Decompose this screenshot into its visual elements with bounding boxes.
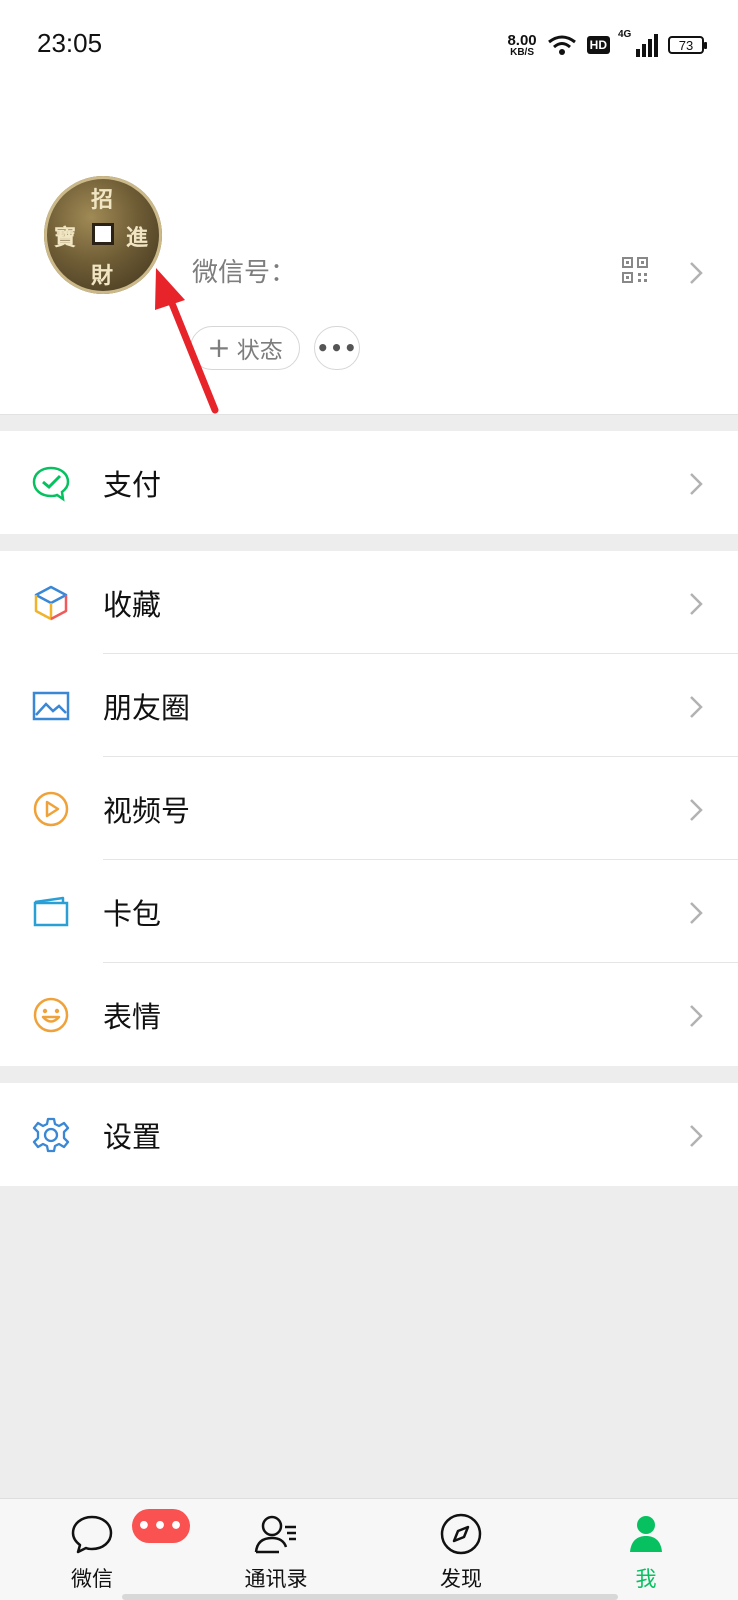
avatar-glyph: 寶 [54,225,77,251]
menu-item-label: 朋友圈 [103,690,191,725]
unread-badge: ••• [132,1509,190,1543]
chevron-right-icon [690,1005,703,1027]
chevron-right-icon[interactable] [688,260,704,286]
signal-bar [642,44,646,57]
tab-chats[interactable]: 微信 ••• [32,1499,190,1600]
chevron-right-icon [690,696,703,718]
menu-item-label: 支付 [103,467,162,502]
avatar-glyph: 招 [91,187,114,213]
status-time: 23:05 [37,28,103,58]
gear-icon [32,1117,70,1153]
qr-code-icon[interactable] [622,257,648,283]
network-type: 4G [618,29,632,40]
more-button[interactable]: ••• [314,326,360,370]
status-icons: 8.00 KB/S HD 4G 73 [507,29,707,60]
menu-item-label: 卡包 [103,896,162,931]
tab-discover[interactable]: 发现 [401,1499,521,1600]
moments-image-icon [32,691,70,721]
menu-item-channels[interactable]: 视频号 [0,757,738,860]
avatar-glyph: 財 [91,263,114,289]
chevron-right-icon [690,1125,703,1147]
avatar-glyph: 進 [126,225,149,251]
menu-item-label: 设置 [103,1119,162,1154]
avatar-coin-hole [92,223,114,245]
signal-bar [636,49,640,57]
chevron-right-icon [690,902,703,924]
profile-header[interactable]: 招 進 財 寶 微信号： + 状态 ••• [0,90,738,415]
menu-item-stickers[interactable]: 表情 [0,963,738,1066]
compass-icon [440,1513,482,1555]
smiley-icon [33,997,69,1033]
chevron-right-icon [690,473,703,495]
tab-me[interactable]: 我 [586,1499,706,1600]
menu-item-cards[interactable]: 卡包 [0,860,738,963]
cell-signal: 4G [618,29,658,57]
chat-bubble-icon [71,1515,113,1554]
menu-item-moments[interactable]: 朋友圈 [0,654,738,757]
menu-item-label: 视频号 [103,793,191,828]
channels-play-icon [33,791,69,827]
network-speed: 8.00 KB/S [507,33,536,58]
battery-indicator: 73 [668,36,707,54]
tab-label: 微信 [71,1567,113,1591]
annotation-arrow [155,268,219,414]
menu-item-favorites[interactable]: 收藏 [0,551,738,654]
tab-contacts[interactable]: 通讯录 [216,1499,336,1600]
features-section: 收藏 朋友圈 视频号 卡包 表情 [0,551,738,1066]
network-speed-unit: KB/S [510,46,534,58]
chevron-right-icon [690,799,703,821]
home-indicator [122,1594,618,1600]
signal-bar [654,34,658,57]
chevron-right-icon [690,593,703,615]
favorites-cube-icon [34,585,68,621]
status-button-label: 状态 [236,338,283,364]
pay-icon [32,466,70,502]
menu-item-settings[interactable]: 设置 [0,1083,738,1186]
menu-item-label: 表情 [103,999,162,1034]
status-bar: 23:05 8.00 KB/S HD 4G 73 [0,0,738,90]
tab-label: 我 [635,1567,657,1591]
network-speed-value: 8.00 [507,31,537,49]
tab-label: 通讯录 [244,1567,308,1591]
card-wallet-icon [33,896,69,927]
person-icon [630,1516,662,1552]
bottom-tab-bar: 微信 ••• 通讯录 发现 我 [0,1498,738,1600]
contacts-icon [254,1515,296,1554]
hd-badge: HD [586,36,610,54]
menu-item-label: 收藏 [103,587,162,622]
tab-label: 发现 [440,1567,482,1591]
settings-section: 设置 [0,1083,738,1186]
wifi-icon [547,35,576,55]
menu-item-pay[interactable]: 支付 [0,431,738,534]
signal-bar [648,39,652,57]
pay-section: 支付 [0,431,738,534]
